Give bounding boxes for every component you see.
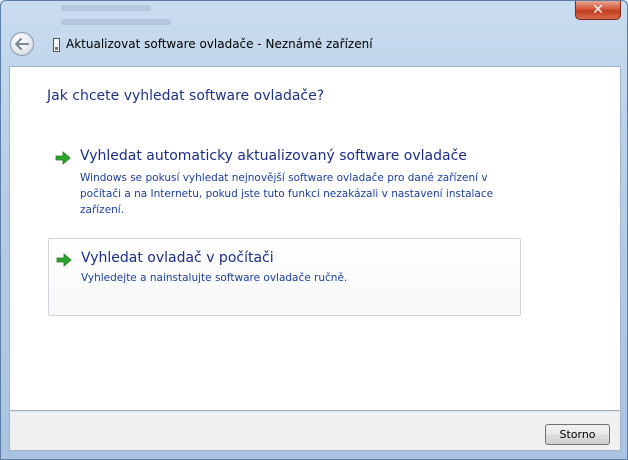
close-icon: ✕ [592,2,604,18]
device-icon [53,38,60,52]
window-title: Aktualizovat software ovladače - Neznámé… [66,37,373,51]
option-search-automatically[interactable]: Vyhledat automaticky aktualizovaný softw… [48,142,521,222]
cancel-button[interactable]: Storno [545,424,610,445]
background-ghost [61,19,171,25]
option-title: Vyhledat ovladač v počítači [81,250,274,266]
option-description: Windows se pokusí vyhledat nejnovější so… [80,172,494,216]
content-area: Jak chcete vyhledat software ovladače? V… [9,66,621,411]
green-arrow-icon [56,253,72,267]
page-title: Jak chcete vyhledat software ovladače? [47,88,325,104]
green-arrow-icon [55,151,71,165]
back-button[interactable] [10,32,34,56]
option-browse-computer[interactable]: Vyhledat ovladač v počítači Vyhledejte a… [48,238,521,316]
title-bar: Aktualizovat software ovladače - Neznámé… [7,29,621,63]
option-description: Vyhledejte a nainstalujte software ovlad… [81,272,348,284]
back-arrow-icon [15,38,29,50]
button-bar: Storno [9,411,621,451]
close-button[interactable]: ✕ [575,1,621,20]
background-ghost [61,5,151,11]
dialog-window: ✕ Aktualizovat software ovladače - Nezná… [0,0,628,460]
option-title: Vyhledat automaticky aktualizovaný softw… [80,148,467,164]
